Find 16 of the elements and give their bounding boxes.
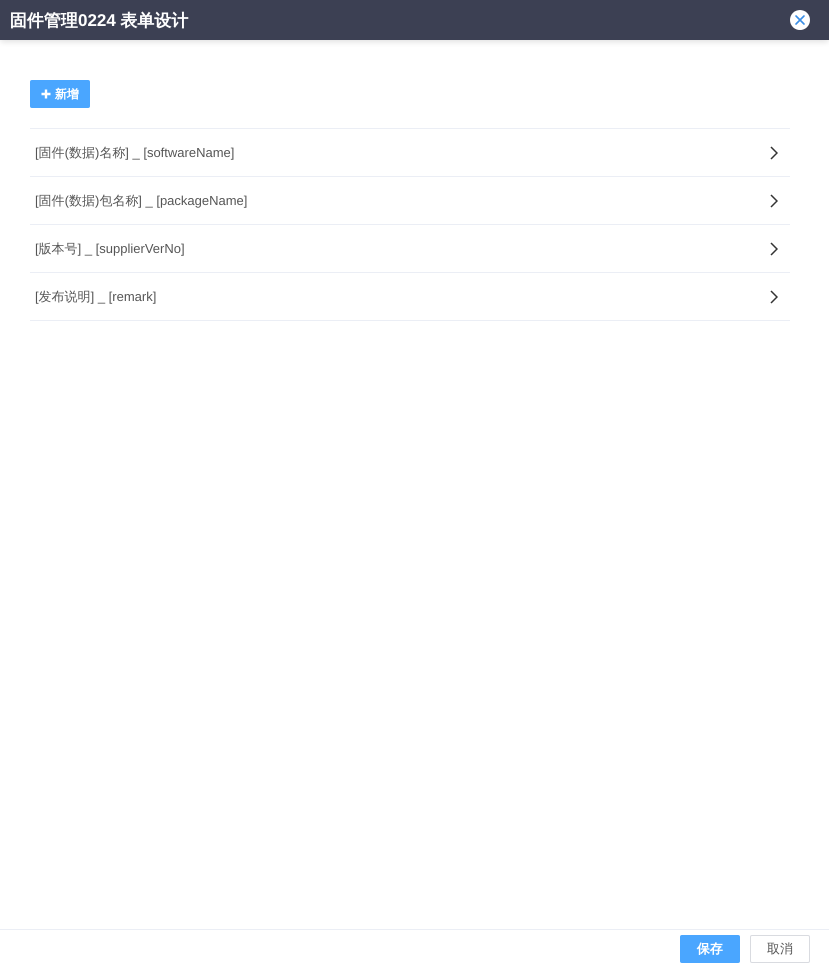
chevron-right-icon: [770, 290, 778, 304]
field-row[interactable]: [固件(数据)名称] _ [softwareName]: [30, 129, 790, 177]
close-icon[interactable]: [790, 10, 810, 30]
window-title: 固件管理0224 表单设计: [10, 10, 189, 32]
field-row[interactable]: [版本号] _ [supplierVerNo]: [30, 225, 790, 273]
cancel-button[interactable]: 取消: [750, 934, 810, 962]
chevron-right-icon: [770, 194, 778, 208]
field-label: [发布说明] _ [remark]: [35, 288, 156, 306]
field-row[interactable]: [发布说明] _ [remark]: [30, 273, 790, 321]
chevron-right-icon: [770, 242, 778, 256]
field-row[interactable]: [固件(数据)包名称] _ [packageName]: [30, 177, 790, 225]
field-label: [固件(数据)名称] _ [softwareName]: [35, 144, 234, 162]
chevron-right-icon: [770, 146, 778, 160]
field-label: [固件(数据)包名称] _ [packageName]: [35, 192, 248, 210]
field-label: [版本号] _ [supplierVerNo]: [35, 240, 185, 258]
plus-icon: [41, 89, 51, 99]
